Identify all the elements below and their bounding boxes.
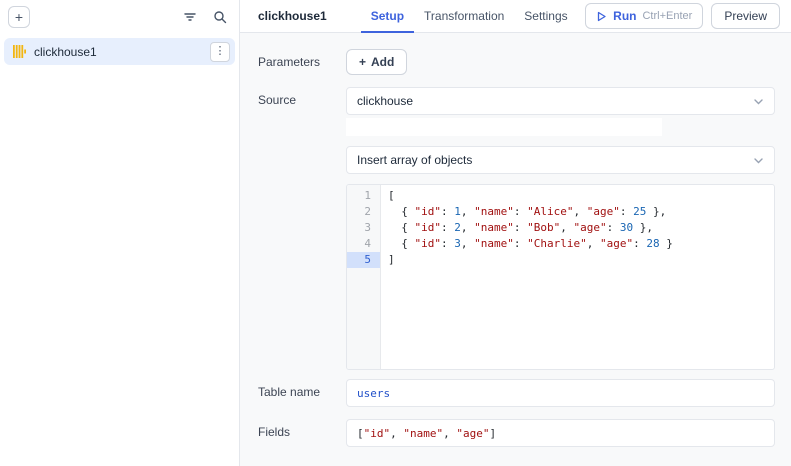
add-query-button[interactable]: + [8, 6, 30, 28]
sidebar-toolbar-icons [183, 10, 227, 24]
query-title: clickhouse1 [258, 9, 327, 23]
play-icon [596, 11, 607, 22]
query-list-item-clickhouse1[interactable]: clickhouse1 ⋮ [4, 38, 235, 65]
table-name-input[interactable]: users [346, 379, 775, 407]
source-select-value: clickhouse [357, 94, 413, 108]
plus-icon: + [359, 55, 366, 69]
source-label: Source [258, 87, 346, 107]
table-name-row: Table name users [258, 379, 775, 407]
kebab-icon: ⋮ [215, 46, 226, 57]
clickhouse-logo-icon [13, 45, 26, 58]
code-gutter: 12345 [347, 185, 381, 369]
operation-select-value: Insert array of objects [357, 153, 472, 167]
query-main-panel: clickhouse1 Setup Transformation Setting… [240, 0, 791, 466]
filter-icon[interactable] [183, 10, 197, 24]
tab-settings[interactable]: Settings [514, 0, 577, 33]
add-parameter-label: Add [371, 55, 394, 69]
run-button-label: Run [613, 9, 636, 23]
query-editor-panel: + [0, 0, 791, 466]
tab-transformation[interactable]: Transformation [414, 0, 514, 33]
code-content[interactable]: [ { "id": 1, "name": "Alice", "age": 25 … [381, 185, 774, 369]
fields-input[interactable]: ["id", "name", "age"] [346, 419, 775, 447]
parameters-label: Parameters [258, 49, 346, 69]
query-sidebar: + [0, 0, 240, 466]
operation-select[interactable]: Insert array of objects [346, 146, 775, 174]
query-item-menu-button[interactable]: ⋮ [210, 42, 230, 62]
source-subpanel [346, 118, 662, 136]
chevron-down-icon [753, 96, 764, 107]
plus-icon: + [15, 10, 23, 24]
sidebar-toolbar: + [0, 0, 239, 33]
header-actions: Run Ctrl+Enter Preview [585, 3, 780, 29]
query-header: clickhouse1 Setup Transformation Setting… [240, 0, 791, 33]
source-row: Source clickhouse Insert array of object… [258, 87, 775, 370]
query-tabs: Setup Transformation Settings [361, 0, 578, 32]
table-name-label: Table name [258, 379, 346, 399]
query-item-label: clickhouse1 [34, 45, 97, 59]
source-select[interactable]: clickhouse [346, 87, 775, 115]
preview-button[interactable]: Preview [711, 3, 780, 29]
code-editor[interactable]: 12345 [ { "id": 1, "name": "Alice", "age… [346, 184, 775, 370]
run-shortcut: Ctrl+Enter [642, 10, 692, 22]
search-icon[interactable] [213, 10, 227, 24]
tab-setup[interactable]: Setup [361, 0, 414, 33]
add-parameter-button[interactable]: + Add [346, 49, 407, 75]
query-setup-form: Parameters + Add Source clickhouse [240, 33, 791, 466]
chevron-down-icon [753, 155, 764, 166]
fields-row: Fields ["id", "name", "age"] [258, 419, 775, 447]
parameters-row: Parameters + Add [258, 49, 775, 75]
fields-label: Fields [258, 419, 346, 439]
run-button[interactable]: Run Ctrl+Enter [585, 3, 703, 29]
